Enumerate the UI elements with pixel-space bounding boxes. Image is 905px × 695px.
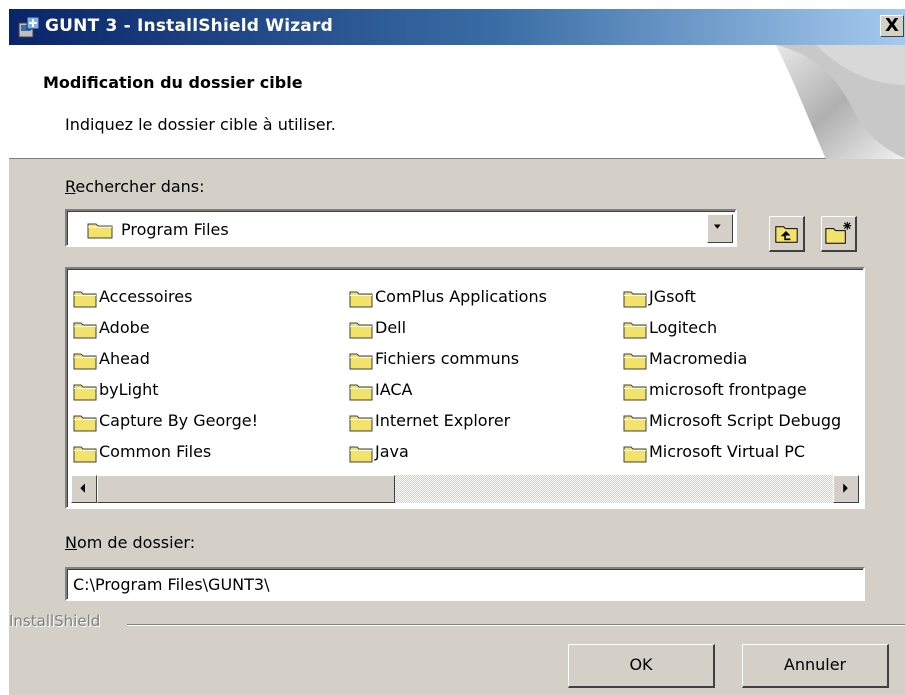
folder-icon — [87, 223, 113, 239]
folder-item-label: IACA — [375, 380, 413, 399]
folder-icon — [623, 384, 647, 401]
folder-item-label: Ahead — [99, 349, 150, 368]
header-title: Modification du dossier cible — [43, 73, 303, 92]
folder-item-label: JGsoft — [649, 287, 696, 306]
up-one-level-button[interactable] — [769, 216, 805, 252]
title-bar[interactable]: GUNT 3 - InstallShield Wizard X — [9, 9, 905, 45]
folder-item-label: Java — [375, 442, 409, 461]
folder-item-label: Adobe — [99, 318, 150, 337]
folder-icon — [349, 384, 373, 401]
folder-list[interactable]: Accessoires Adobe Ahead byLight Capture By G… — [65, 267, 865, 509]
folder-name-label-text: om de dossier: — [76, 533, 196, 552]
folder-icon — [73, 384, 97, 401]
folder-item-label: microsoft frontpage — [649, 380, 807, 399]
folder-item-label: Microsoft Script Debugg — [649, 411, 842, 430]
scroll-left-button[interactable] — [71, 475, 97, 503]
installshield-dialog: GUNT 3 - InstallShield Wizard X Modifica… — [8, 8, 905, 695]
folder-icon — [73, 446, 97, 463]
folder-item-label: Common Files — [99, 442, 212, 461]
footer-divider — [127, 624, 905, 626]
scroll-thumb[interactable] — [97, 475, 395, 503]
page-curl-graphic — [776, 45, 905, 159]
look-in-label: Rechercher dans: — [65, 177, 205, 196]
folder-icon — [623, 322, 647, 339]
folder-icon — [349, 291, 373, 308]
folder-icon — [349, 415, 373, 432]
look-in-accel: R — [65, 177, 76, 196]
folder-item-label: Microsoft Virtual PC — [649, 442, 806, 461]
folder-item-label: Logitech — [649, 318, 718, 337]
folder-icon — [349, 446, 373, 463]
folder-icon — [623, 353, 647, 370]
folder-item-label: Internet Explorer — [375, 411, 511, 430]
installer-app-icon — [18, 16, 40, 38]
ok-button[interactable]: OK — [568, 644, 715, 688]
folder-item-label: Macromedia — [649, 349, 748, 368]
folder-icon — [73, 322, 97, 339]
folder-icon — [623, 291, 647, 308]
folder-icon — [623, 446, 647, 463]
folder-name-accel: N — [65, 533, 77, 552]
folder-item-label: Accessoires — [99, 287, 193, 306]
new-folder-icon — [825, 221, 852, 244]
folder-item-label: Dell — [375, 318, 407, 337]
folder-item-label: byLight — [99, 380, 159, 399]
chevron-down-icon — [713, 224, 721, 229]
folder-icon — [73, 291, 97, 308]
chevron-right-icon — [843, 483, 848, 493]
new-folder-button[interactable] — [821, 216, 857, 252]
folder-icon — [623, 415, 647, 432]
folder-item-label: ComPlus Applications — [375, 287, 547, 306]
folder-icon — [349, 353, 373, 370]
look-in-selected: Program Files — [121, 220, 229, 239]
close-icon: X — [885, 15, 899, 36]
folder-name-input[interactable] — [65, 567, 865, 601]
chevron-left-icon — [80, 483, 85, 493]
window-title: GUNT 3 - InstallShield Wizard — [45, 16, 333, 36]
horizontal-scrollbar[interactable] — [71, 475, 859, 503]
wizard-header: Modification du dossier cible Indiquez l… — [9, 45, 905, 159]
look-in-label-text: echercher dans: — [75, 177, 205, 196]
folder-item-label: Capture By George! — [99, 411, 258, 430]
folder-name-label: Nom de dossier: — [65, 533, 195, 552]
look-in-dropdown[interactable]: Program Files — [65, 209, 737, 247]
folder-up-icon — [775, 226, 798, 243]
folder-icon — [73, 415, 97, 432]
installshield-brand-label: InstallShield — [9, 612, 101, 630]
dropdown-arrow-button[interactable] — [707, 214, 733, 243]
folder-item-label: Fichiers communs — [375, 349, 520, 368]
folder-icon — [349, 322, 373, 339]
close-button[interactable]: X — [880, 15, 904, 37]
scroll-right-button[interactable] — [833, 475, 859, 503]
cancel-button[interactable]: Annuler — [742, 644, 889, 688]
header-subtitle: Indiquez le dossier cible à utiliser. — [65, 115, 336, 134]
folder-icon — [73, 353, 97, 370]
